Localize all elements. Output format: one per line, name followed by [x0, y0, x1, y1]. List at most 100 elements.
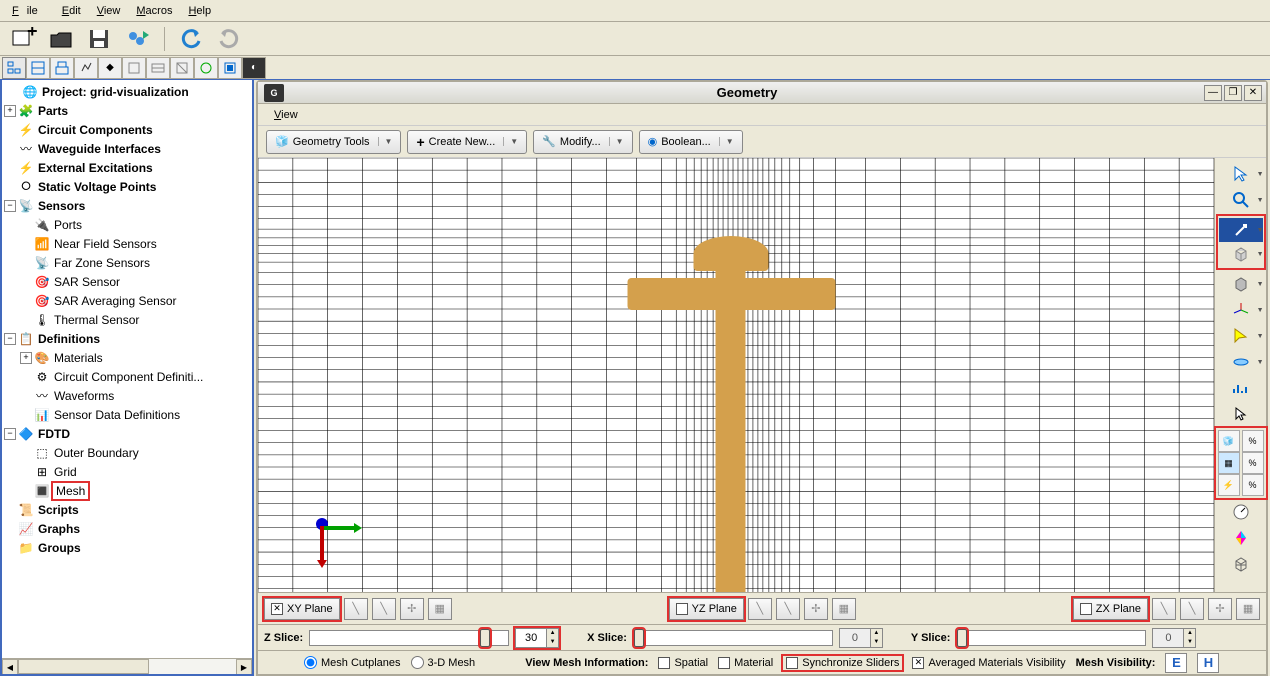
y-slice-slider[interactable] [956, 630, 1146, 646]
redo-button[interactable] [213, 25, 245, 53]
signal-tool[interactable] [1223, 376, 1259, 400]
tab-4[interactable] [74, 57, 98, 79]
save-button[interactable] [84, 25, 116, 53]
xy-plane-toggle[interactable]: ✕XY Plane [264, 598, 340, 620]
tab-11[interactable]: ◐ [242, 57, 266, 79]
geometry-canvas[interactable] [258, 158, 1214, 592]
undo-button[interactable] [175, 25, 207, 53]
mesh-3d-radio[interactable]: 3-D Mesh [411, 656, 476, 669]
geo-menu-view[interactable]: View [266, 107, 306, 123]
tree-sensor-data-def[interactable]: 📊Sensor Data Definitions [4, 405, 250, 424]
expand-icon[interactable]: + [20, 352, 32, 364]
tree-sar-avg[interactable]: 🎯SAR Averaging Sensor [4, 291, 250, 310]
run-simulation-button[interactable] [122, 25, 154, 53]
tree-static-voltage[interactable]: ⭘Static Voltage Points [4, 177, 250, 196]
sync-sliders-checkbox[interactable]: Synchronize Sliders [783, 656, 902, 670]
z-slice-input[interactable] [516, 629, 546, 647]
menu-edit[interactable]: Edit [54, 3, 89, 19]
spatial-checkbox[interactable]: Spatial [658, 657, 708, 669]
xy-diag2-button[interactable]: ╲ [372, 598, 396, 620]
avg-materials-checkbox[interactable]: ✕Averaged Materials Visibility [912, 657, 1065, 669]
tab-6[interactable] [122, 57, 146, 79]
tree-near-field[interactable]: 📶Near Field Sensors [4, 234, 250, 253]
close-button[interactable]: ✕ [1244, 85, 1262, 101]
tab-2[interactable] [26, 57, 50, 79]
create-new-button[interactable]: +Create New...▼ [407, 130, 527, 154]
expand-icon[interactable]: + [4, 105, 16, 117]
tree-graphs[interactable]: 📈Graphs [4, 519, 250, 538]
tree-circuit-components[interactable]: ⚡Circuit Components [4, 120, 250, 139]
tab-5[interactable]: ◆ [98, 57, 122, 79]
x-slice-slider[interactable] [633, 630, 833, 646]
scroll-track[interactable] [18, 659, 236, 674]
tree-h-scrollbar[interactable]: ◀ ▶ [2, 658, 252, 674]
view-cube-tool[interactable]: ▼ [1219, 242, 1263, 266]
tree-thermal[interactable]: 🌡Thermal Sensor [4, 310, 250, 329]
orientation-tool[interactable]: ▼ [1219, 218, 1263, 242]
tree-outer-boundary[interactable]: ⬚Outer Boundary [4, 443, 250, 462]
yz-diag2-button[interactable]: ╲ [776, 598, 800, 620]
mesh-wireframe-tool[interactable] [1223, 552, 1259, 576]
open-button[interactable] [46, 25, 78, 53]
tree-ccdef[interactable]: ⚙Circuit Component Definiti... [4, 367, 250, 386]
x-slice-input[interactable] [840, 629, 870, 647]
menu-macros[interactable]: Macros [128, 3, 180, 19]
spin-down[interactable]: ▼ [870, 638, 882, 647]
modify-button[interactable]: 🔧Modify...▼ [533, 130, 632, 154]
yz-diag1-button[interactable]: ╲ [748, 598, 772, 620]
tree-grid[interactable]: ⊞Grid [4, 462, 250, 481]
layer-1-pct[interactable]: % [1242, 430, 1264, 452]
e-field-button[interactable]: E [1165, 653, 1187, 673]
collapse-icon[interactable]: − [4, 428, 16, 440]
color-tool[interactable] [1223, 526, 1259, 550]
geometry-tools-button[interactable]: 🧊Geometry Tools▼ [266, 130, 401, 154]
layer-1-button[interactable]: 🧊 [1218, 430, 1240, 452]
zx-move-button[interactable]: ✢ [1208, 598, 1232, 620]
spin-down[interactable]: ▼ [546, 638, 558, 647]
section-tool[interactable]: ▼ [1219, 350, 1263, 374]
layer-2-button[interactable]: ▦ [1218, 452, 1240, 474]
scroll-thumb[interactable] [18, 659, 149, 674]
minimize-button[interactable]: — [1204, 85, 1222, 101]
zoom-tool[interactable]: ▼ [1219, 188, 1263, 212]
xy-move-button[interactable]: ✢ [400, 598, 424, 620]
yz-move-button[interactable]: ✢ [804, 598, 828, 620]
menu-help[interactable]: Help [180, 3, 219, 19]
project-tree[interactable]: 🌐Project: grid-visualization +🧩Parts ⚡Ci… [2, 80, 252, 559]
tab-7[interactable] [146, 57, 170, 79]
tree-sensors[interactable]: −📡Sensors [4, 196, 250, 215]
tree-mesh[interactable]: 🔳Mesh [4, 481, 250, 500]
z-slice-slider[interactable] [309, 630, 509, 646]
tree-scripts[interactable]: 📜Scripts [4, 500, 250, 519]
select-tool[interactable]: ▼ [1219, 162, 1263, 186]
shade-tool[interactable]: ▼ [1219, 272, 1263, 296]
scroll-right-button[interactable]: ▶ [236, 659, 252, 675]
boolean-button[interactable]: ◉Boolean...▼ [639, 130, 743, 154]
zx-diag1-button[interactable]: ╲ [1152, 598, 1176, 620]
spin-up[interactable]: ▲ [546, 629, 558, 638]
zx-plane-toggle[interactable]: ZX Plane [1073, 598, 1148, 620]
gauge-tool[interactable] [1223, 500, 1259, 524]
spin-down[interactable]: ▼ [1183, 638, 1195, 647]
tree-materials[interactable]: +🎨Materials [4, 348, 250, 367]
y-slice-input[interactable] [1153, 629, 1183, 647]
scroll-left-button[interactable]: ◀ [2, 659, 18, 675]
tree-external-excitations[interactable]: ⚡External Excitations [4, 158, 250, 177]
material-checkbox[interactable]: Material [718, 657, 773, 669]
mesh-cutplanes-radio[interactable]: Mesh Cutplanes [304, 656, 401, 669]
tree-project[interactable]: 🌐Project: grid-visualization [4, 82, 250, 101]
layer-2-pct[interactable]: % [1242, 452, 1264, 474]
tree-far-zone[interactable]: 📡Far Zone Sensors [4, 253, 250, 272]
xy-diag1-button[interactable]: ╲ [344, 598, 368, 620]
tab-project-tree[interactable] [2, 57, 26, 79]
tree-ports[interactable]: 🔌Ports [4, 215, 250, 234]
h-field-button[interactable]: H [1197, 653, 1219, 673]
axes-tool[interactable]: ▼ [1219, 298, 1263, 322]
new-project-button[interactable]: + [8, 25, 40, 53]
yz-plane-toggle[interactable]: YZ Plane [669, 598, 744, 620]
x-slice-value[interactable]: ▲▼ [839, 628, 883, 648]
layer-3-pct[interactable]: % [1242, 474, 1264, 496]
xy-grid-button[interactable]: ▦ [428, 598, 452, 620]
spin-up[interactable]: ▲ [1183, 629, 1195, 638]
tab-8[interactable] [170, 57, 194, 79]
